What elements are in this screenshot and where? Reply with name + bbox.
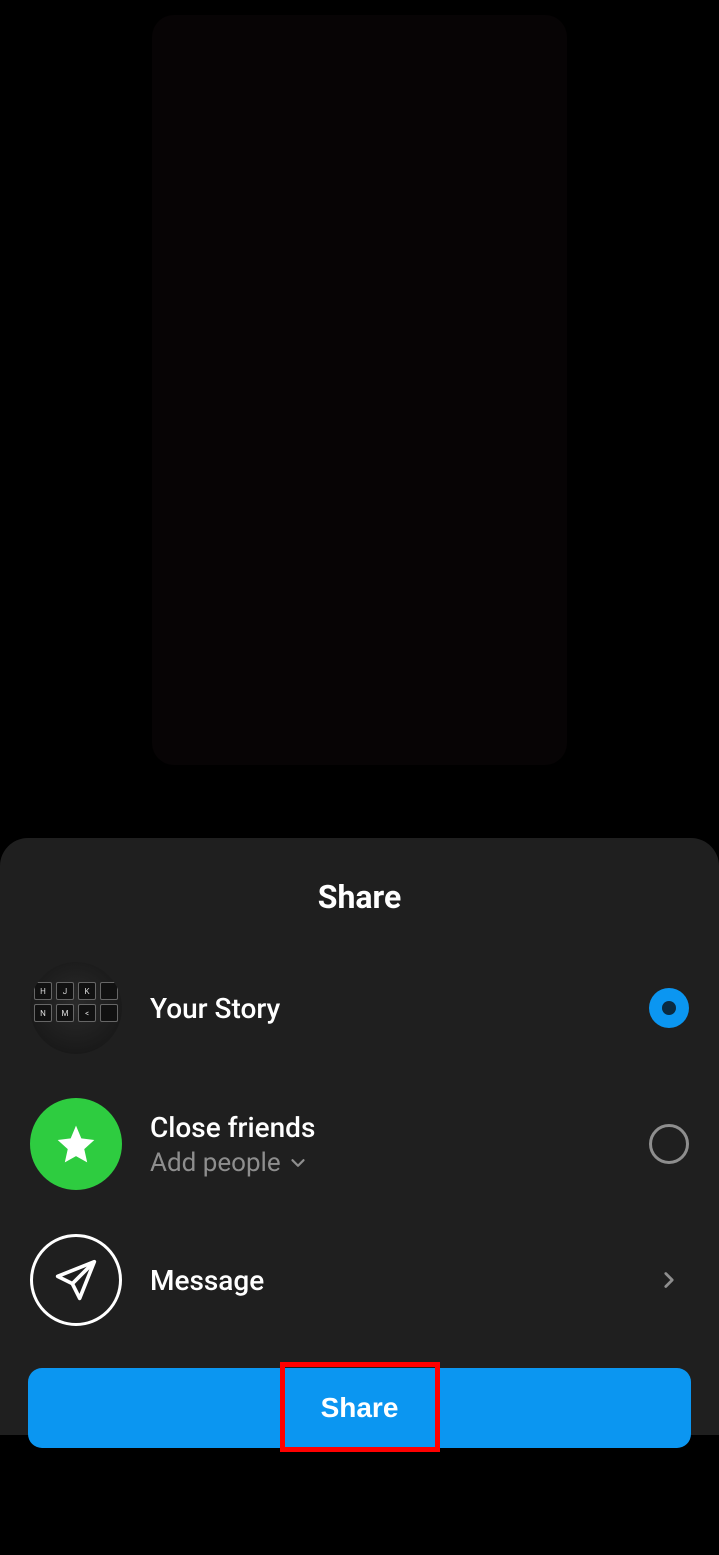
screen: Share HJK NM< Your Story bbox=[0, 0, 719, 1555]
close-friends-sublabel[interactable]: Add people bbox=[150, 1148, 649, 1178]
share-options: HJK NM< Your Story Close friends bbox=[0, 940, 719, 1348]
message-label: Message bbox=[150, 1264, 649, 1297]
story-preview-card[interactable] bbox=[152, 15, 567, 765]
message-icon-circle bbox=[30, 1234, 122, 1326]
sheet-title: Share bbox=[0, 878, 719, 940]
chevron-right-icon bbox=[656, 1267, 682, 1293]
your-story-avatar: HJK NM< bbox=[30, 962, 122, 1054]
close-friends-radio[interactable] bbox=[649, 1124, 689, 1164]
star-icon bbox=[54, 1122, 98, 1166]
close-friends-label: Close friends bbox=[150, 1111, 649, 1144]
your-story-radio[interactable] bbox=[649, 988, 689, 1028]
story-preview-area bbox=[0, 0, 719, 830]
option-your-story[interactable]: HJK NM< Your Story bbox=[30, 940, 689, 1076]
close-friends-icon bbox=[30, 1098, 122, 1190]
send-icon bbox=[54, 1258, 98, 1302]
share-button-container: Share bbox=[0, 1348, 719, 1448]
your-story-label: Your Story bbox=[150, 992, 649, 1025]
share-sheet: Share HJK NM< Your Story bbox=[0, 838, 719, 1435]
message-chevron bbox=[649, 1267, 689, 1293]
option-message[interactable]: Message bbox=[30, 1212, 689, 1348]
share-button[interactable]: Share bbox=[28, 1368, 691, 1448]
chevron-down-icon bbox=[287, 1152, 309, 1174]
option-close-friends[interactable]: Close friends Add people bbox=[30, 1076, 689, 1212]
